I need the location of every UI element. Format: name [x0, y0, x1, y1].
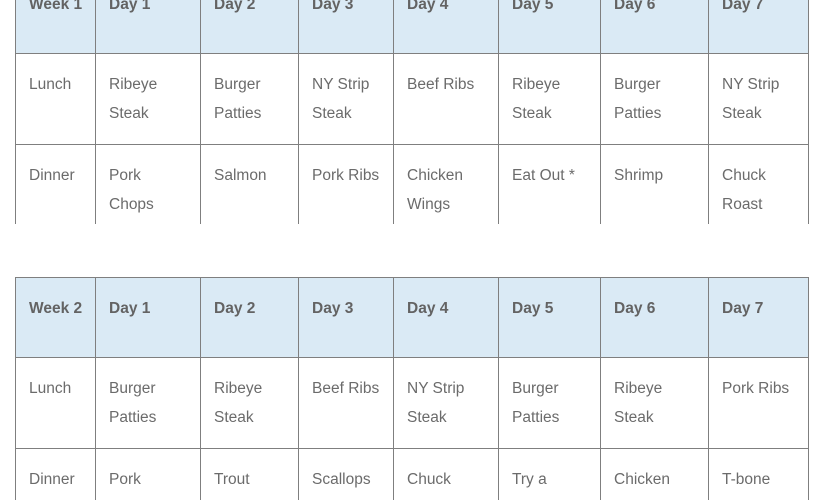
week-2-corner-header: Week 2 [15, 277, 96, 358]
week-1-header-day-2: Day 2 [200, 0, 299, 54]
week-1-lunch-day-2: Burger Patties [200, 53, 299, 145]
week-1-dinner-day-4: Chicken Wings [393, 144, 499, 236]
week-2-dinner-day-6: Chicken Thighs [600, 448, 709, 500]
week-1-header-day-4: Day 4 [393, 0, 499, 54]
table-row: Lunch Burger Patties Ribeye Steak Beef R… [15, 357, 809, 449]
week-1-header-day-5: Day 5 [498, 0, 601, 54]
week-2-meal-table: Week 2 Day 1 Day 2 Day 3 Day 4 Day 5 Day… [15, 277, 809, 500]
week-2-lunch-label: Lunch [15, 357, 96, 449]
week-1-dinner-day-2: Salmon [200, 144, 299, 236]
week-1-header-day-1: Day 1 [95, 0, 201, 54]
table-gap-spacer [0, 224, 823, 277]
week-1-corner-header: Week 1 [15, 0, 96, 54]
week-1-dinner-day-6: Shrimp [600, 144, 709, 236]
week-1-dinner-day-1: Pork Chops [95, 144, 201, 236]
week-1-lunch-day-6: Burger Patties [600, 53, 709, 145]
week-1-meal-table: Week 1 Day 1 Day 2 Day 3 Day 4 Day 5 Day… [15, 0, 809, 236]
week-2-table-container: Week 2 Day 1 Day 2 Day 3 Day 4 Day 5 Day… [15, 277, 809, 500]
week-1-dinner-day-7: Chuck Roast [708, 144, 809, 236]
week-1-table-container: Week 1 Day 1 Day 2 Day 3 Day 4 Day 5 Day… [15, 0, 809, 236]
week-2-dinner-day-2: Trout [200, 448, 299, 500]
week-1-dinner-label: Dinner [15, 144, 96, 236]
week-1-lunch-day-5: Ribeye Steak [498, 53, 601, 145]
week-2-header-day-2: Day 2 [200, 277, 299, 358]
week-2-dinner-day-5: Try a Recipe * [498, 448, 601, 500]
week-2-lunch-day-3: Beef Ribs [298, 357, 394, 449]
week-2-dinner-label: Dinner [15, 448, 96, 500]
week-2-lunch-day-1: Burger Patties [95, 357, 201, 449]
week-2-dinner-day-1: Pork Shoulder [95, 448, 201, 500]
week-2-header-day-4: Day 4 [393, 277, 499, 358]
week-1-header-day-3: Day 3 [298, 0, 394, 54]
week-2-lunch-day-2: Ribeye Steak [200, 357, 299, 449]
week-2-dinner-day-3: Scallops [298, 448, 394, 500]
week-2-header-day-3: Day 3 [298, 277, 394, 358]
week-2-header-day-6: Day 6 [600, 277, 709, 358]
week-2-header-day-5: Day 5 [498, 277, 601, 358]
week-2-header-day-1: Day 1 [95, 277, 201, 358]
week-2-header-day-7: Day 7 [708, 277, 809, 358]
week-1-dinner-day-3: Pork Ribs [298, 144, 394, 236]
week-2-dinner-day-4: Chuck Roast [393, 448, 499, 500]
week-2-dinner-day-7: T-bone Steak [708, 448, 809, 500]
week-1-lunch-day-4: Beef Ribs [393, 53, 499, 145]
week-1-lunch-day-3: NY Strip Steak [298, 53, 394, 145]
week-1-lunch-label: Lunch [15, 53, 96, 145]
week-2-lunch-day-4: NY Strip Steak [393, 357, 499, 449]
table-row: Dinner Pork Shoulder Trout Scallops Chuc… [15, 448, 809, 500]
meal-plan-page: Week 1 Day 1 Day 2 Day 3 Day 4 Day 5 Day… [0, 0, 823, 500]
table-row: Dinner Pork Chops Salmon Pork Ribs Chick… [15, 144, 809, 236]
table-row: Lunch Ribeye Steak Burger Patties NY Str… [15, 53, 809, 145]
week-1-lunch-day-1: Ribeye Steak [95, 53, 201, 145]
week-1-dinner-day-5: Eat Out * [498, 144, 601, 236]
week-2-header-row: Week 2 Day 1 Day 2 Day 3 Day 4 Day 5 Day… [15, 277, 809, 358]
week-2-lunch-day-7: Pork Ribs [708, 357, 809, 449]
week-2-lunch-day-5: Burger Patties [498, 357, 601, 449]
week-1-header-row: Week 1 Day 1 Day 2 Day 3 Day 4 Day 5 Day… [15, 0, 809, 54]
week-1-header-day-6: Day 6 [600, 0, 709, 54]
week-1-header-day-7: Day 7 [708, 0, 809, 54]
week-2-lunch-day-6: Ribeye Steak [600, 357, 709, 449]
week-1-lunch-day-7: NY Strip Steak [708, 53, 809, 145]
